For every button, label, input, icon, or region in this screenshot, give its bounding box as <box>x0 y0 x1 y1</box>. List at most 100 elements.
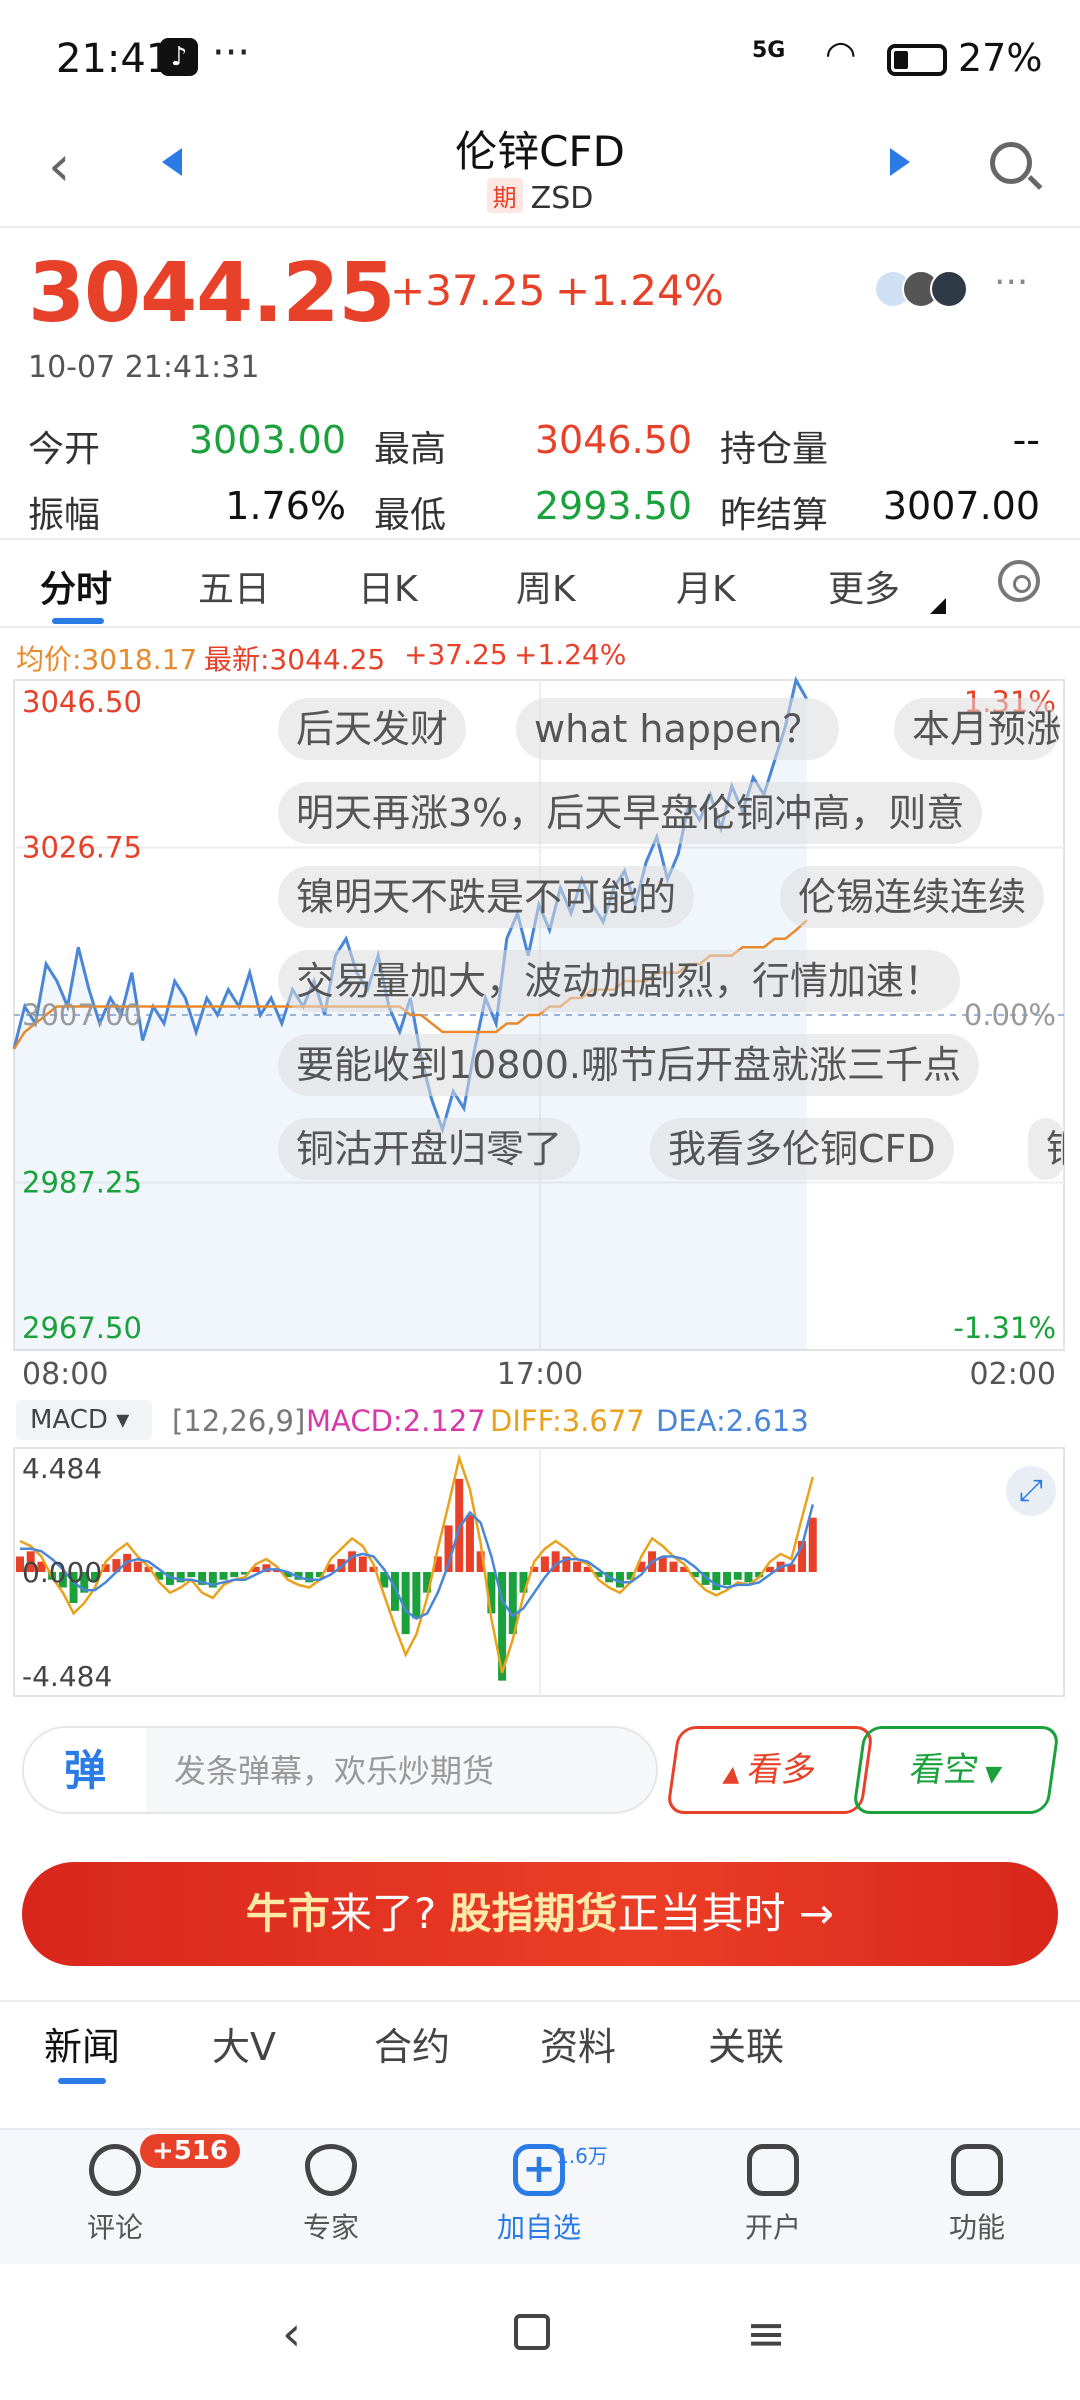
period-tab[interactable]: 分时 <box>40 560 112 612</box>
nav-open-account[interactable]: 开户 <box>708 2144 838 2246</box>
macd-bar <box>219 1572 228 1580</box>
danmaku-message[interactable]: 明天再涨3%，后天早盘伦铜冲高，则意 <box>278 782 983 844</box>
contract-code: 期 ZSD <box>0 178 1080 216</box>
y-tick-label: 2967.50 <box>22 1311 142 1345</box>
chart-icon <box>747 2144 799 2196</box>
danmaku-icon[interactable]: 弹 <box>24 1728 146 1812</box>
macd-bar <box>733 1572 742 1580</box>
x-tick-label: 17:00 <box>497 1357 583 1390</box>
nav-open-account-label: 开户 <box>744 2211 801 2244</box>
danmaku-message[interactable]: 铜沽开盘归零了 <box>278 1118 581 1180</box>
banner-part3: 股指期货 <box>449 1889 618 1938</box>
danmaku-message[interactable]: 交易量加大，波动加剧烈，行情加速！ <box>278 950 961 1012</box>
bearish-label: 看空 <box>907 1750 981 1790</box>
comment-count-badge: +516 <box>140 2134 241 2168</box>
period-tab[interactable]: 五日 <box>198 560 270 612</box>
macd-y-tick: 0.000 <box>22 1556 102 1589</box>
nav-comment-label: 评论 <box>86 2211 143 2244</box>
macd-bar <box>540 1556 549 1572</box>
bullish-label: 看多 <box>745 1750 819 1790</box>
stat-label: 今开 <box>28 429 101 470</box>
chart-change: +37.25 <box>404 638 508 671</box>
stat-value: 3003.00 <box>188 418 346 462</box>
y-tick-label-right: 0.00% <box>964 998 1056 1032</box>
danmaku-message[interactable]: 要能收到10800.哪节后开盘就涨三千点 <box>278 1034 979 1096</box>
bearish-button[interactable]: 看空 ▼ <box>851 1726 1061 1814</box>
stat-label: 最低 <box>374 495 447 536</box>
period-tab[interactable]: 更多 <box>828 560 900 612</box>
danmaku-message[interactable]: 伦锡连续连续 <box>780 866 1045 928</box>
promo-banner[interactable]: 牛市来了? 股指期货正当其时 → <box>22 1862 1058 1966</box>
stat-value: 1.76% <box>225 484 346 528</box>
stat-value: 3046.50 <box>534 418 692 462</box>
intraday-chart[interactable]: 3046.503026.753007.002987.252967.501.31%… <box>0 670 1080 1390</box>
period-tab[interactable]: 月K <box>676 560 736 612</box>
macd-bar <box>230 1572 239 1578</box>
y-tick-label: 3026.75 <box>22 831 142 865</box>
macd-bar <box>723 1572 732 1585</box>
indicator-selector-label: MACD <box>30 1405 108 1435</box>
price-change-percent: +1.24% <box>555 266 724 315</box>
danmaku-message[interactable]: 后天发财 <box>278 698 467 760</box>
danmaku-message[interactable]: 铜 <box>1028 1118 1064 1180</box>
header: ‹ 伦锌CFD 期 ZSD <box>0 118 1080 226</box>
stat-label: 振幅 <box>28 495 101 536</box>
period-tab[interactable]: 周K <box>516 560 576 612</box>
macd-params: [12,26,9] <box>172 1404 306 1438</box>
quote-time: 10-07 21:41:31 <box>28 350 260 385</box>
macd-bar <box>187 1572 196 1578</box>
system-home-icon[interactable] <box>514 2314 550 2350</box>
status-bar: 21:41 ♪ ··· 5G ◠ 27% <box>0 0 1080 118</box>
stat-label: 持仓量 <box>720 429 829 470</box>
news-tab[interactable]: 合约 <box>374 2016 450 2071</box>
indicator-selector[interactable]: MACD ▾ <box>16 1400 152 1440</box>
macd-bar <box>573 1561 582 1572</box>
y-tick-label: 3046.50 <box>22 685 142 719</box>
nav-functions[interactable]: 功能 <box>912 2144 1042 2246</box>
danmaku-message[interactable]: 我看多伦铜CFD <box>650 1118 954 1180</box>
system-back-icon[interactable]: ‹ <box>282 2306 301 2362</box>
next-contract-icon[interactable] <box>890 148 910 176</box>
banner-part2: 来了? <box>329 1889 450 1938</box>
danmaku-input[interactable]: 弹 发条弹幕，欢乐炒期货 <box>22 1726 658 1814</box>
dea-value: DEA:2.613 <box>656 1404 809 1438</box>
x-tick-label: 02:00 <box>970 1357 1056 1390</box>
expand-icon[interactable]: ⤢ <box>1006 1466 1056 1516</box>
macd-bar <box>412 1572 421 1619</box>
period-tab[interactable]: 日K <box>358 560 418 612</box>
x-tick-label: 08:00 <box>22 1357 108 1390</box>
nav-expert[interactable]: 专家 <box>266 2144 396 2246</box>
stat-label: 昨结算 <box>720 495 829 536</box>
macd-value: MACD:2.127 <box>306 1404 486 1438</box>
menu-icon <box>951 2144 1003 2196</box>
macd-y-tick: 4.484 <box>22 1452 102 1485</box>
system-nav: ‹ ≡ <box>0 2264 1080 2400</box>
y-tick-label: 2987.25 <box>22 1166 142 1200</box>
danmaku-message[interactable]: what happen？ <box>516 698 839 760</box>
news-tab[interactable]: 资料 <box>540 2016 616 2071</box>
last-price: 3044.25 <box>28 246 395 341</box>
nav-expert-label: 专家 <box>302 2211 359 2244</box>
bullish-button[interactable]: ▲ 看多 <box>665 1726 875 1814</box>
danmaku-message[interactable]: 本月预涨 <box>894 698 1060 760</box>
battery-percent: 27% <box>958 36 1043 80</box>
system-menu-icon[interactable]: ≡ <box>746 2306 786 2362</box>
user-avatars[interactable] <box>874 270 968 312</box>
status-time: 21:41 <box>56 36 172 82</box>
news-tab[interactable]: 关联 <box>708 2016 784 2071</box>
wifi-icon: ◠ <box>825 34 857 75</box>
dropdown-corner-icon <box>930 598 946 614</box>
stat-value: 3007.00 <box>882 484 1040 528</box>
more-icon[interactable]: ··· <box>994 262 1028 303</box>
news-tab[interactable]: 大V <box>212 2016 276 2071</box>
news-tab[interactable]: 新闻 <box>44 2016 120 2071</box>
bottom-nav: 评论 +516 专家 + 加自选 1.6万 开户 功能 <box>0 2128 1080 2264</box>
macd-bar <box>712 1572 721 1591</box>
macd-bar <box>358 1556 367 1572</box>
futures-tag: 期 <box>486 178 523 213</box>
macd-chart[interactable]: 4.484 0.000 -4.484 <box>0 1444 1080 1704</box>
stat-label: 最高 <box>374 429 447 470</box>
danmaku-message[interactable]: 镍明天不跌是不可能的 <box>278 866 695 928</box>
search-icon[interactable] <box>990 142 1032 184</box>
settings-icon[interactable] <box>998 560 1040 602</box>
